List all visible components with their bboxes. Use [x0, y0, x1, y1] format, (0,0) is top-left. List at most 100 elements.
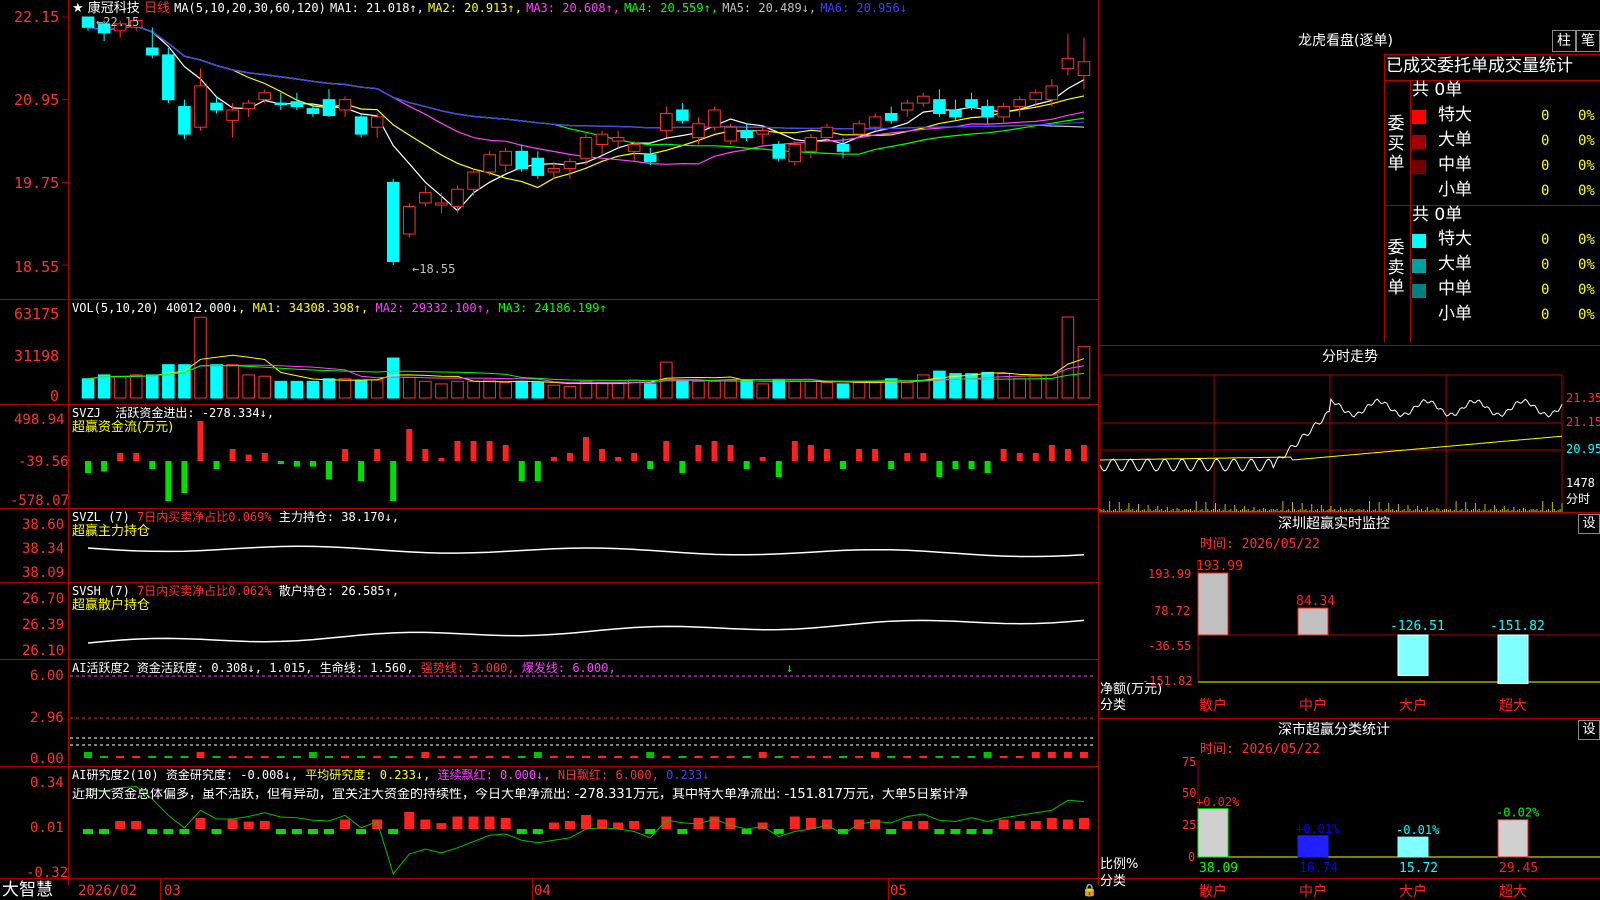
volume-bar	[97, 374, 111, 399]
money-flow-bar	[888, 461, 895, 469]
money-flow-bar	[952, 461, 959, 469]
order-pct: 0%	[1578, 232, 1595, 248]
research-bar	[115, 821, 126, 829]
bar-mode-button[interactable]: 柱	[1552, 30, 1576, 52]
research-bar	[934, 829, 945, 834]
candle-body	[579, 137, 593, 159]
activity-bar	[678, 756, 687, 758]
svzj-axis-label: -578.07	[10, 493, 70, 509]
lhb-title: 龙虎看盘(逐单)	[1298, 33, 1393, 49]
candle-body	[499, 150, 512, 166]
ai-research-v2: 平均研究度: 0.233↓,	[305, 768, 431, 782]
research-bar	[1078, 818, 1089, 829]
activity-bar	[806, 756, 815, 758]
panel-divider	[1098, 0, 1099, 885]
ma5-value: MA5: 20.489↓,	[722, 1, 817, 15]
volume-bar	[965, 373, 978, 399]
money-flow-bar	[840, 461, 847, 469]
favorite-star-icon[interactable]: ★	[72, 1, 84, 16]
candle-body	[804, 137, 818, 152]
activity-bar	[453, 756, 462, 758]
order-color-swatch	[1412, 234, 1426, 248]
retail-position-line	[87, 619, 1085, 644]
candle-body	[563, 161, 577, 170]
volume-bar	[146, 374, 159, 399]
order-pct: 0%	[1578, 133, 1595, 149]
classify-bar	[1297, 835, 1329, 858]
svzl-header: SVZL (7) 7日内买卖净占比0.069% 主力持仓: 38.170↓,	[72, 511, 399, 523]
svzj-label: SVZJ	[72, 406, 101, 420]
volume-bar	[547, 384, 561, 399]
panel-divider	[1384, 54, 1385, 342]
order-size-label: 中单	[1438, 155, 1472, 175]
volume-bar	[900, 382, 914, 399]
order-pct: 0%	[1578, 282, 1595, 298]
money-flow-bar	[727, 445, 734, 461]
activity-bar	[533, 752, 542, 758]
money-flow-bar	[743, 461, 750, 469]
svzl-label: SVZL (7)	[72, 510, 130, 524]
research-bar	[998, 819, 1009, 829]
ai-active-v5: 爆发线: 6.000,	[521, 661, 616, 675]
volume-bar	[1061, 316, 1075, 399]
activity-bar	[1015, 756, 1024, 758]
date-tick	[160, 878, 161, 900]
main-kline-chart[interactable]: 193.99 散户 84.34 中户 -126.51 大户 -151.82 超大 +0.02% 3…	[0, 0, 1600, 900]
intraday-frame	[1099, 374, 1563, 513]
stock-name[interactable]: 康冠科技	[88, 1, 140, 16]
money-flow-bar	[197, 421, 204, 461]
pane-divider	[0, 766, 1098, 767]
volume-bar	[595, 382, 609, 399]
volume-bar	[1013, 378, 1026, 399]
pen-mode-button[interactable]: 笔	[1576, 30, 1600, 52]
volume-bar	[611, 382, 625, 399]
research-bar	[179, 829, 190, 834]
activity-bar	[951, 756, 960, 758]
tab-trade-stats[interactable]: 已成交委托单成交量统计	[1386, 58, 1573, 75]
money-flow-bar	[679, 461, 686, 473]
candle-body	[274, 102, 288, 105]
research-bar	[275, 829, 286, 834]
candle-body	[788, 143, 802, 163]
sz-classify-settings-button[interactable]: 设	[1578, 720, 1600, 740]
sell-side-label: 委卖单	[1387, 238, 1405, 298]
volume-bar	[531, 382, 545, 399]
research-bar	[484, 816, 495, 829]
candle-body	[242, 102, 255, 110]
activity-bar	[292, 756, 301, 758]
activity-bar	[437, 756, 446, 758]
candle-body	[820, 126, 834, 139]
order-color-swatch	[1412, 284, 1426, 298]
sz-monitor-settings-button[interactable]: 设	[1578, 514, 1600, 534]
volume-bar	[981, 371, 994, 399]
order-count: 0	[1541, 183, 1550, 199]
lock-icon[interactable]: 🔒	[1082, 884, 1097, 896]
intraday-vol-label: 1478	[1566, 476, 1595, 490]
money-flow-bar	[406, 429, 413, 461]
money-flow-bar	[711, 441, 718, 461]
candle-body	[386, 181, 400, 263]
period-label[interactable]: 日线	[144, 1, 170, 16]
research-bar	[548, 822, 559, 829]
sz-monitor-title: 深圳超赢实时监控	[1278, 516, 1390, 532]
ai-active-v4: 强势线: 3.000,	[420, 661, 515, 675]
activity-bar	[871, 752, 880, 758]
research-bar	[1030, 821, 1041, 829]
volume-bar	[724, 379, 737, 399]
svzj-header: SVZJ 活跃资金进出: -278.334↓,	[72, 407, 274, 419]
volume-bar	[949, 373, 962, 399]
activity-bar	[421, 752, 430, 758]
monitor-bar	[1497, 634, 1529, 685]
volume-bar	[692, 380, 705, 399]
vol-axis-label: 0	[50, 387, 60, 405]
money-flow-bar	[454, 441, 461, 461]
pane-divider	[0, 508, 1098, 509]
volume-bar	[772, 379, 786, 399]
research-bar	[99, 829, 110, 834]
classify-category: 散户	[1199, 883, 1227, 900]
volume-bar	[274, 380, 288, 399]
monitor-bar-value: 84.34	[1296, 594, 1335, 609]
money-flow-bar	[663, 441, 670, 461]
classify-category: 中户	[1299, 883, 1327, 900]
price-axis-label: 22.15	[14, 8, 60, 26]
